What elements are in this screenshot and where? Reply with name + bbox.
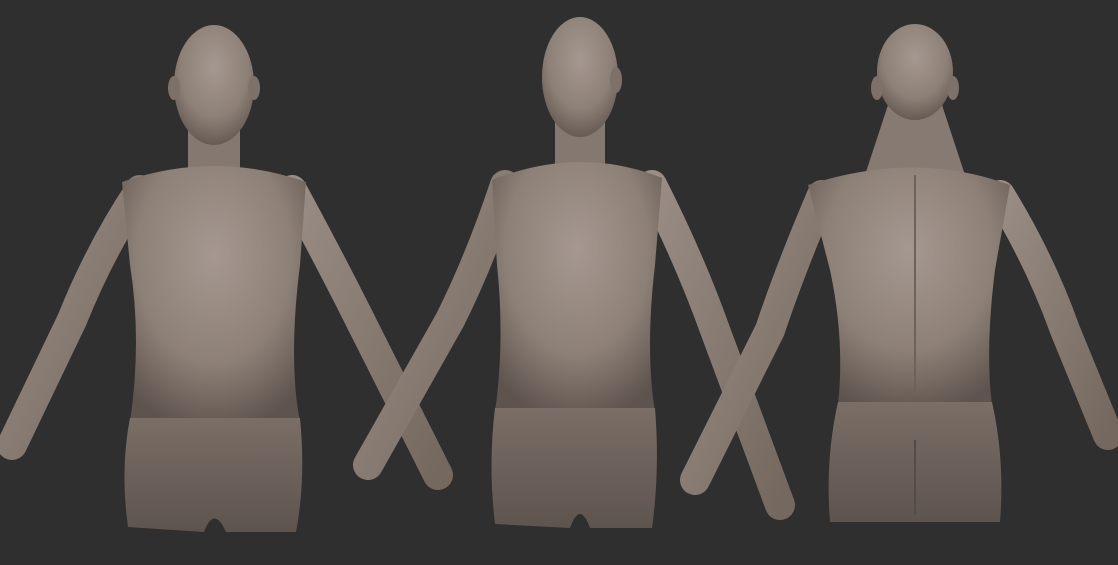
torso <box>492 161 662 412</box>
head <box>542 17 618 137</box>
ear-right <box>947 76 959 100</box>
head <box>877 24 953 120</box>
ear-left <box>871 76 883 100</box>
sculpt-render-canvas <box>0 0 1118 565</box>
head <box>174 25 254 145</box>
shorts <box>124 418 303 532</box>
ear-right <box>610 67 622 93</box>
ear-right <box>248 76 260 100</box>
shorts <box>491 408 657 528</box>
ear-left <box>168 76 180 100</box>
torso <box>122 166 306 422</box>
